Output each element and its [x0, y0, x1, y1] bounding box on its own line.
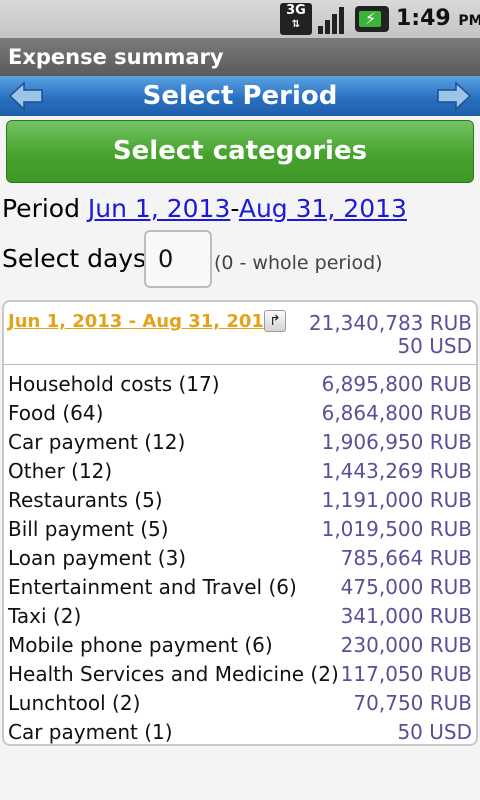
category-name: Car payment (12) — [8, 430, 186, 454]
period-nav-bar: Select Period — [0, 76, 480, 116]
summary-total-rub: 21,340,783 RUB — [308, 311, 472, 335]
category-amount: 475,000 RUB — [340, 575, 472, 599]
signal-strength-icon — [318, 4, 348, 34]
category-amount: 117,050 RUB — [340, 662, 472, 686]
select-categories-button[interactable]: Select categories — [6, 120, 474, 183]
select-days-label: Select days — [2, 244, 147, 273]
app-title: Expense summary — [0, 38, 480, 76]
period-separator: - — [230, 194, 239, 223]
category-amount: 1,906,950 RUB — [321, 430, 472, 454]
category-amount: 785,664 RUB — [340, 546, 472, 570]
period-start-link[interactable]: Jun 1, 2013 — [88, 194, 230, 223]
category-list: Household costs (17) 6,895,800 RUB Food (… — [4, 370, 476, 747]
category-amount: 6,895,800 RUB — [321, 372, 472, 396]
category-amount: 1,443,269 RUB — [321, 459, 472, 483]
period-end-link[interactable]: Aug 31, 2013 — [239, 194, 407, 223]
select-days-hint: (0 - whole period) — [214, 252, 383, 274]
category-name: Household costs (17) — [8, 372, 220, 396]
category-row[interactable]: Food (64) 6,864,800 RUB — [4, 399, 476, 428]
category-name: Bill payment (5) — [8, 517, 169, 541]
summary-header: Jun 1, 2013 - Aug 31, 2013 ↱ 21,340,783 … — [4, 302, 476, 365]
battery-charging-icon: ⚡ — [355, 6, 389, 32]
status-bar: 3G ⇅ ⚡ 1:49 PM — [0, 0, 480, 38]
category-row[interactable]: Lunchtool (2) 70,750 RUB — [4, 689, 476, 718]
category-name: Mobile phone payment (6) — [8, 633, 273, 657]
category-name: Restaurants (5) — [8, 488, 163, 512]
status-clock: 1:49 PM — [396, 6, 480, 31]
select-days-row: Select days (0 - whole period) — [2, 228, 478, 290]
category-amount: 230,000 RUB — [340, 633, 472, 657]
category-row[interactable]: Restaurants (5) 1,191,000 RUB — [4, 486, 476, 515]
category-row[interactable]: Mobile phone payment (6) 230,000 RUB — [4, 631, 476, 660]
category-row[interactable]: Loan payment (3) 785,664 RUB — [4, 544, 476, 573]
category-name: Health Services and Medicine (2) — [8, 662, 339, 686]
category-name: Lunchtool (2) — [8, 691, 141, 715]
category-amount: 70,750 RUB — [353, 691, 472, 715]
category-row[interactable]: Health Services and Medicine (2) 117,050 … — [4, 660, 476, 689]
category-row[interactable]: Car payment (1) 50 USD — [4, 718, 476, 747]
summary-total-usd: 50 USD — [397, 334, 472, 358]
category-row[interactable]: Car payment (12) 1,906,950 RUB — [4, 428, 476, 457]
category-name: Food (64) — [8, 401, 104, 425]
next-period-arrow-icon[interactable] — [436, 81, 472, 111]
category-amount: 50 USD — [397, 720, 472, 744]
category-name: Car payment (1) — [8, 720, 173, 744]
previous-period-arrow-icon[interactable] — [8, 81, 44, 111]
network-3g-icon: 3G ⇅ — [280, 3, 312, 35]
category-amount: 1,191,000 RUB — [321, 488, 472, 512]
export-icon[interactable]: ↱ — [264, 310, 286, 332]
category-row[interactable]: Other (12) 1,443,269 RUB — [4, 457, 476, 486]
period-row: Period Jun 1, 2013-Aug 31, 2013 — [2, 194, 407, 223]
select-days-input[interactable] — [144, 230, 212, 288]
category-row[interactable]: Bill payment (5) 1,019,500 RUB — [4, 515, 476, 544]
summary-range-link[interactable]: Jun 1, 2013 - Aug 31, 2013 — [8, 311, 276, 332]
category-amount: 1,019,500 RUB — [321, 517, 472, 541]
category-row[interactable]: Household costs (17) 6,895,800 RUB — [4, 370, 476, 399]
category-name: Entertainment and Travel (6) — [8, 575, 297, 599]
category-amount: 341,000 RUB — [340, 604, 472, 628]
category-name: Loan payment (3) — [8, 546, 187, 570]
category-row[interactable]: Taxi (2) 341,000 RUB — [4, 602, 476, 631]
period-label: Period — [2, 194, 80, 223]
expense-summary-panel: Jun 1, 2013 - Aug 31, 2013 ↱ 21,340,783 … — [2, 300, 478, 746]
category-name: Taxi (2) — [8, 604, 82, 628]
category-row[interactable]: Entertainment and Travel (6) 475,000 RUB — [4, 573, 476, 602]
category-amount: 6,864,800 RUB — [321, 401, 472, 425]
category-name: Other (12) — [8, 459, 113, 483]
period-nav-title: Select Period — [142, 81, 338, 111]
